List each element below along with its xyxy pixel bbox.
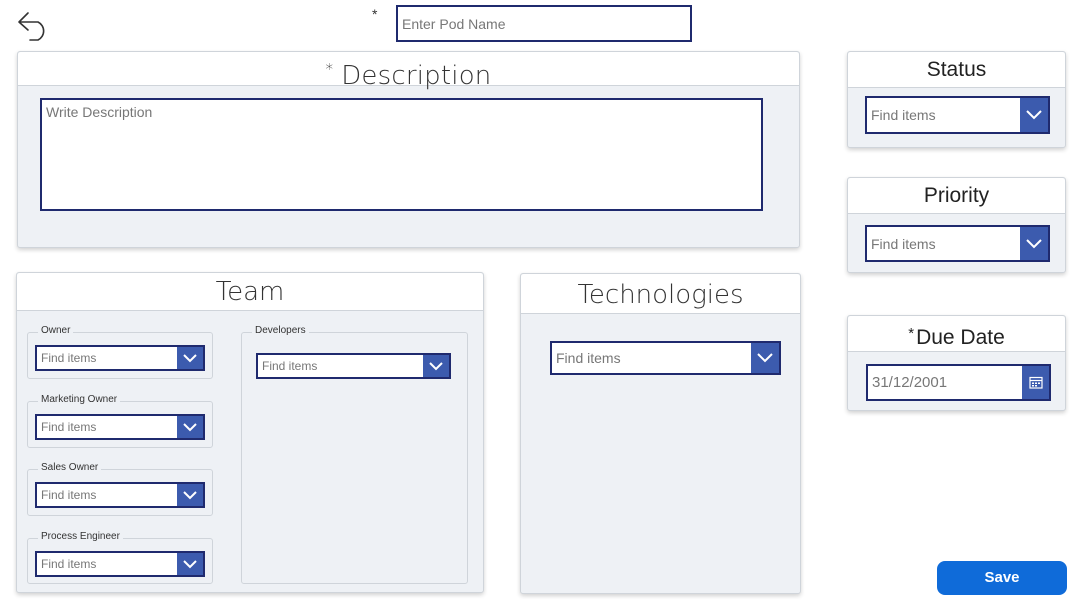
marketing-owner-dropdown-button[interactable] bbox=[177, 416, 203, 438]
marketing-owner-label: Marketing Owner bbox=[38, 393, 121, 407]
developers-dropdown-button[interactable] bbox=[423, 355, 449, 377]
chevron-down-icon bbox=[1026, 110, 1042, 120]
owner-combobox[interactable]: Find items bbox=[35, 345, 205, 371]
owner-dropdown-button[interactable] bbox=[177, 347, 203, 369]
status-dropdown-button[interactable] bbox=[1020, 98, 1048, 132]
sales-owner-dropdown-button[interactable] bbox=[177, 484, 203, 506]
priority-search-input[interactable]: Find items bbox=[867, 227, 1020, 260]
due-date-title: Due Date bbox=[916, 326, 1005, 349]
status-card: Status Find items bbox=[847, 51, 1066, 148]
chevron-down-icon bbox=[183, 422, 197, 431]
description-required-mark: * bbox=[325, 60, 334, 78]
process-engineer-dropdown-button[interactable] bbox=[177, 553, 203, 575]
priority-dropdown-button[interactable] bbox=[1020, 227, 1048, 260]
due-date-card: *Due Date 31/12/2001 bbox=[847, 315, 1066, 411]
owner-label: Owner bbox=[38, 324, 74, 338]
pod-name-required-mark: * bbox=[372, 6, 378, 22]
developers-group: Developers Find items bbox=[241, 324, 468, 584]
back-arrow-icon[interactable] bbox=[16, 8, 52, 42]
chevron-down-icon bbox=[757, 353, 773, 363]
marketing-owner-search-input[interactable]: Find items bbox=[37, 416, 177, 438]
technologies-card: Technologies Find items bbox=[520, 273, 801, 594]
sales-owner-search-input[interactable]: Find items bbox=[37, 484, 177, 506]
chevron-down-icon bbox=[183, 353, 197, 362]
chevron-down-icon bbox=[183, 490, 197, 499]
pod-name-input[interactable] bbox=[396, 5, 692, 42]
process-engineer-combobox[interactable]: Find items bbox=[35, 551, 205, 577]
developers-label: Developers bbox=[252, 324, 309, 338]
chevron-down-icon bbox=[183, 559, 197, 568]
priority-card: Priority Find items bbox=[847, 177, 1066, 273]
owner-group: Owner Find items bbox=[27, 324, 213, 379]
marketing-owner-group: Marketing Owner Find items bbox=[27, 393, 213, 448]
calendar-icon bbox=[1028, 376, 1043, 389]
developers-search-input[interactable]: Find items bbox=[258, 355, 423, 377]
status-title: Status bbox=[848, 52, 1065, 88]
description-title: Description bbox=[341, 61, 492, 91]
status-combobox[interactable]: Find items bbox=[865, 96, 1050, 134]
team-card: Team Owner Find items Marketing Owner Fi… bbox=[16, 272, 484, 593]
technologies-search-input[interactable]: Find items bbox=[552, 343, 751, 373]
due-date-picker[interactable]: 31/12/2001 bbox=[866, 364, 1051, 401]
technologies-dropdown-button[interactable] bbox=[751, 343, 779, 373]
process-engineer-group: Process Engineer Find items bbox=[27, 530, 213, 584]
sales-owner-combobox[interactable]: Find items bbox=[35, 482, 205, 508]
status-search-input[interactable]: Find items bbox=[867, 98, 1020, 132]
process-engineer-search-input[interactable]: Find items bbox=[37, 553, 177, 575]
chevron-down-icon bbox=[1026, 238, 1042, 248]
due-date-required-mark: * bbox=[908, 325, 915, 342]
calendar-button[interactable] bbox=[1022, 366, 1049, 399]
due-date-header: *Due Date bbox=[848, 316, 1065, 352]
description-input[interactable] bbox=[40, 98, 763, 211]
chevron-down-icon bbox=[429, 361, 443, 370]
technologies-title: Technologies bbox=[521, 274, 800, 314]
developers-combobox[interactable]: Find items bbox=[256, 353, 451, 379]
priority-combobox[interactable]: Find items bbox=[865, 225, 1050, 262]
priority-title: Priority bbox=[848, 178, 1065, 214]
save-button[interactable]: Save bbox=[937, 561, 1067, 595]
team-title: Team bbox=[17, 273, 483, 311]
description-header: * Description bbox=[18, 52, 799, 91]
sales-owner-label: Sales Owner bbox=[38, 461, 102, 475]
description-card: * Description bbox=[17, 51, 800, 248]
technologies-combobox[interactable]: Find items bbox=[550, 341, 781, 375]
owner-search-input[interactable]: Find items bbox=[37, 347, 177, 369]
due-date-value[interactable]: 31/12/2001 bbox=[868, 366, 1022, 399]
marketing-owner-combobox[interactable]: Find items bbox=[35, 414, 205, 440]
process-engineer-label: Process Engineer bbox=[38, 530, 123, 544]
sales-owner-group: Sales Owner Find items bbox=[27, 461, 213, 516]
